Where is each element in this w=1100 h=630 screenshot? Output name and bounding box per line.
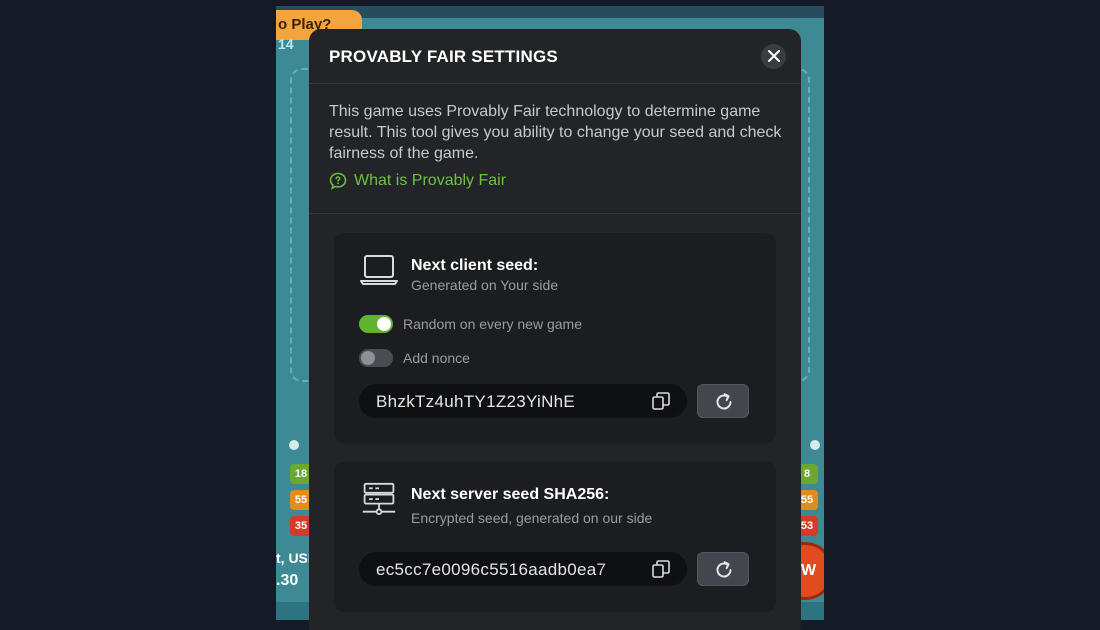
round-number: 14 — [278, 36, 294, 52]
modal-title: PROVABLY FAIR SETTINGS — [329, 47, 558, 66]
game-dot-right — [810, 440, 820, 450]
add-nonce-toggle[interactable] — [359, 349, 393, 367]
intro-section: This game uses Provably Fair technology … — [309, 84, 801, 214]
refresh-icon — [716, 561, 732, 578]
server-seed-title: Next server seed SHA256: — [411, 486, 610, 503]
what-is-provably-fair-link[interactable]: What is Provably Fair — [329, 172, 781, 190]
refresh-server-seed-button[interactable] — [697, 552, 749, 586]
laptop-icon — [360, 255, 398, 285]
server-icon — [362, 482, 396, 515]
client-seed-field[interactable]: BhzkTz4uhTY1Z23YiNhE — [359, 384, 687, 418]
client-seed-card: Next client seed: Generated on Your side… — [334, 233, 776, 443]
copy-icon[interactable] — [651, 559, 671, 579]
server-seed-card: Next server seed SHA256: Encrypted seed,… — [334, 462, 776, 612]
add-nonce-toggle-row[interactable]: Add nonce — [359, 349, 470, 367]
server-seed-subtitle: Encrypted seed, generated on our side — [411, 510, 653, 526]
random-seed-label: Random on every new game — [403, 316, 582, 332]
modal-header: PROVABLY FAIR SETTINGS — [309, 29, 801, 84]
copy-icon[interactable] — [651, 391, 671, 411]
refresh-client-seed-button[interactable] — [697, 384, 749, 418]
add-nonce-label: Add nonce — [403, 350, 470, 366]
server-seed-field[interactable]: ec5cc7e0096c5516aadb0ea7 — [359, 552, 687, 586]
random-seed-toggle[interactable] — [359, 315, 393, 333]
server-seed-value: ec5cc7e0096c5516aadb0ea7 — [376, 560, 607, 579]
balance-value: .30 — [276, 572, 299, 589]
intro-text: This game uses Provably Fair technology … — [329, 103, 782, 162]
close-icon — [767, 50, 780, 62]
client-seed-value: BhzkTz4uhTY1Z23YiNhE — [376, 392, 576, 411]
client-seed-subtitle: Generated on Your side — [411, 277, 559, 293]
game-dot-left — [289, 440, 299, 450]
help-bubble-icon — [329, 172, 347, 190]
close-button[interactable] — [761, 44, 786, 69]
client-seed-title: Next client seed: — [411, 257, 539, 274]
info-link-label: What is Provably Fair — [354, 172, 507, 189]
refresh-icon — [716, 393, 732, 410]
provably-fair-modal: PROVABLY FAIR SETTINGS This game uses Pr… — [309, 29, 801, 630]
random-seed-toggle-row[interactable]: Random on every new game — [359, 315, 582, 333]
currency-label: t, USI — [276, 550, 312, 566]
